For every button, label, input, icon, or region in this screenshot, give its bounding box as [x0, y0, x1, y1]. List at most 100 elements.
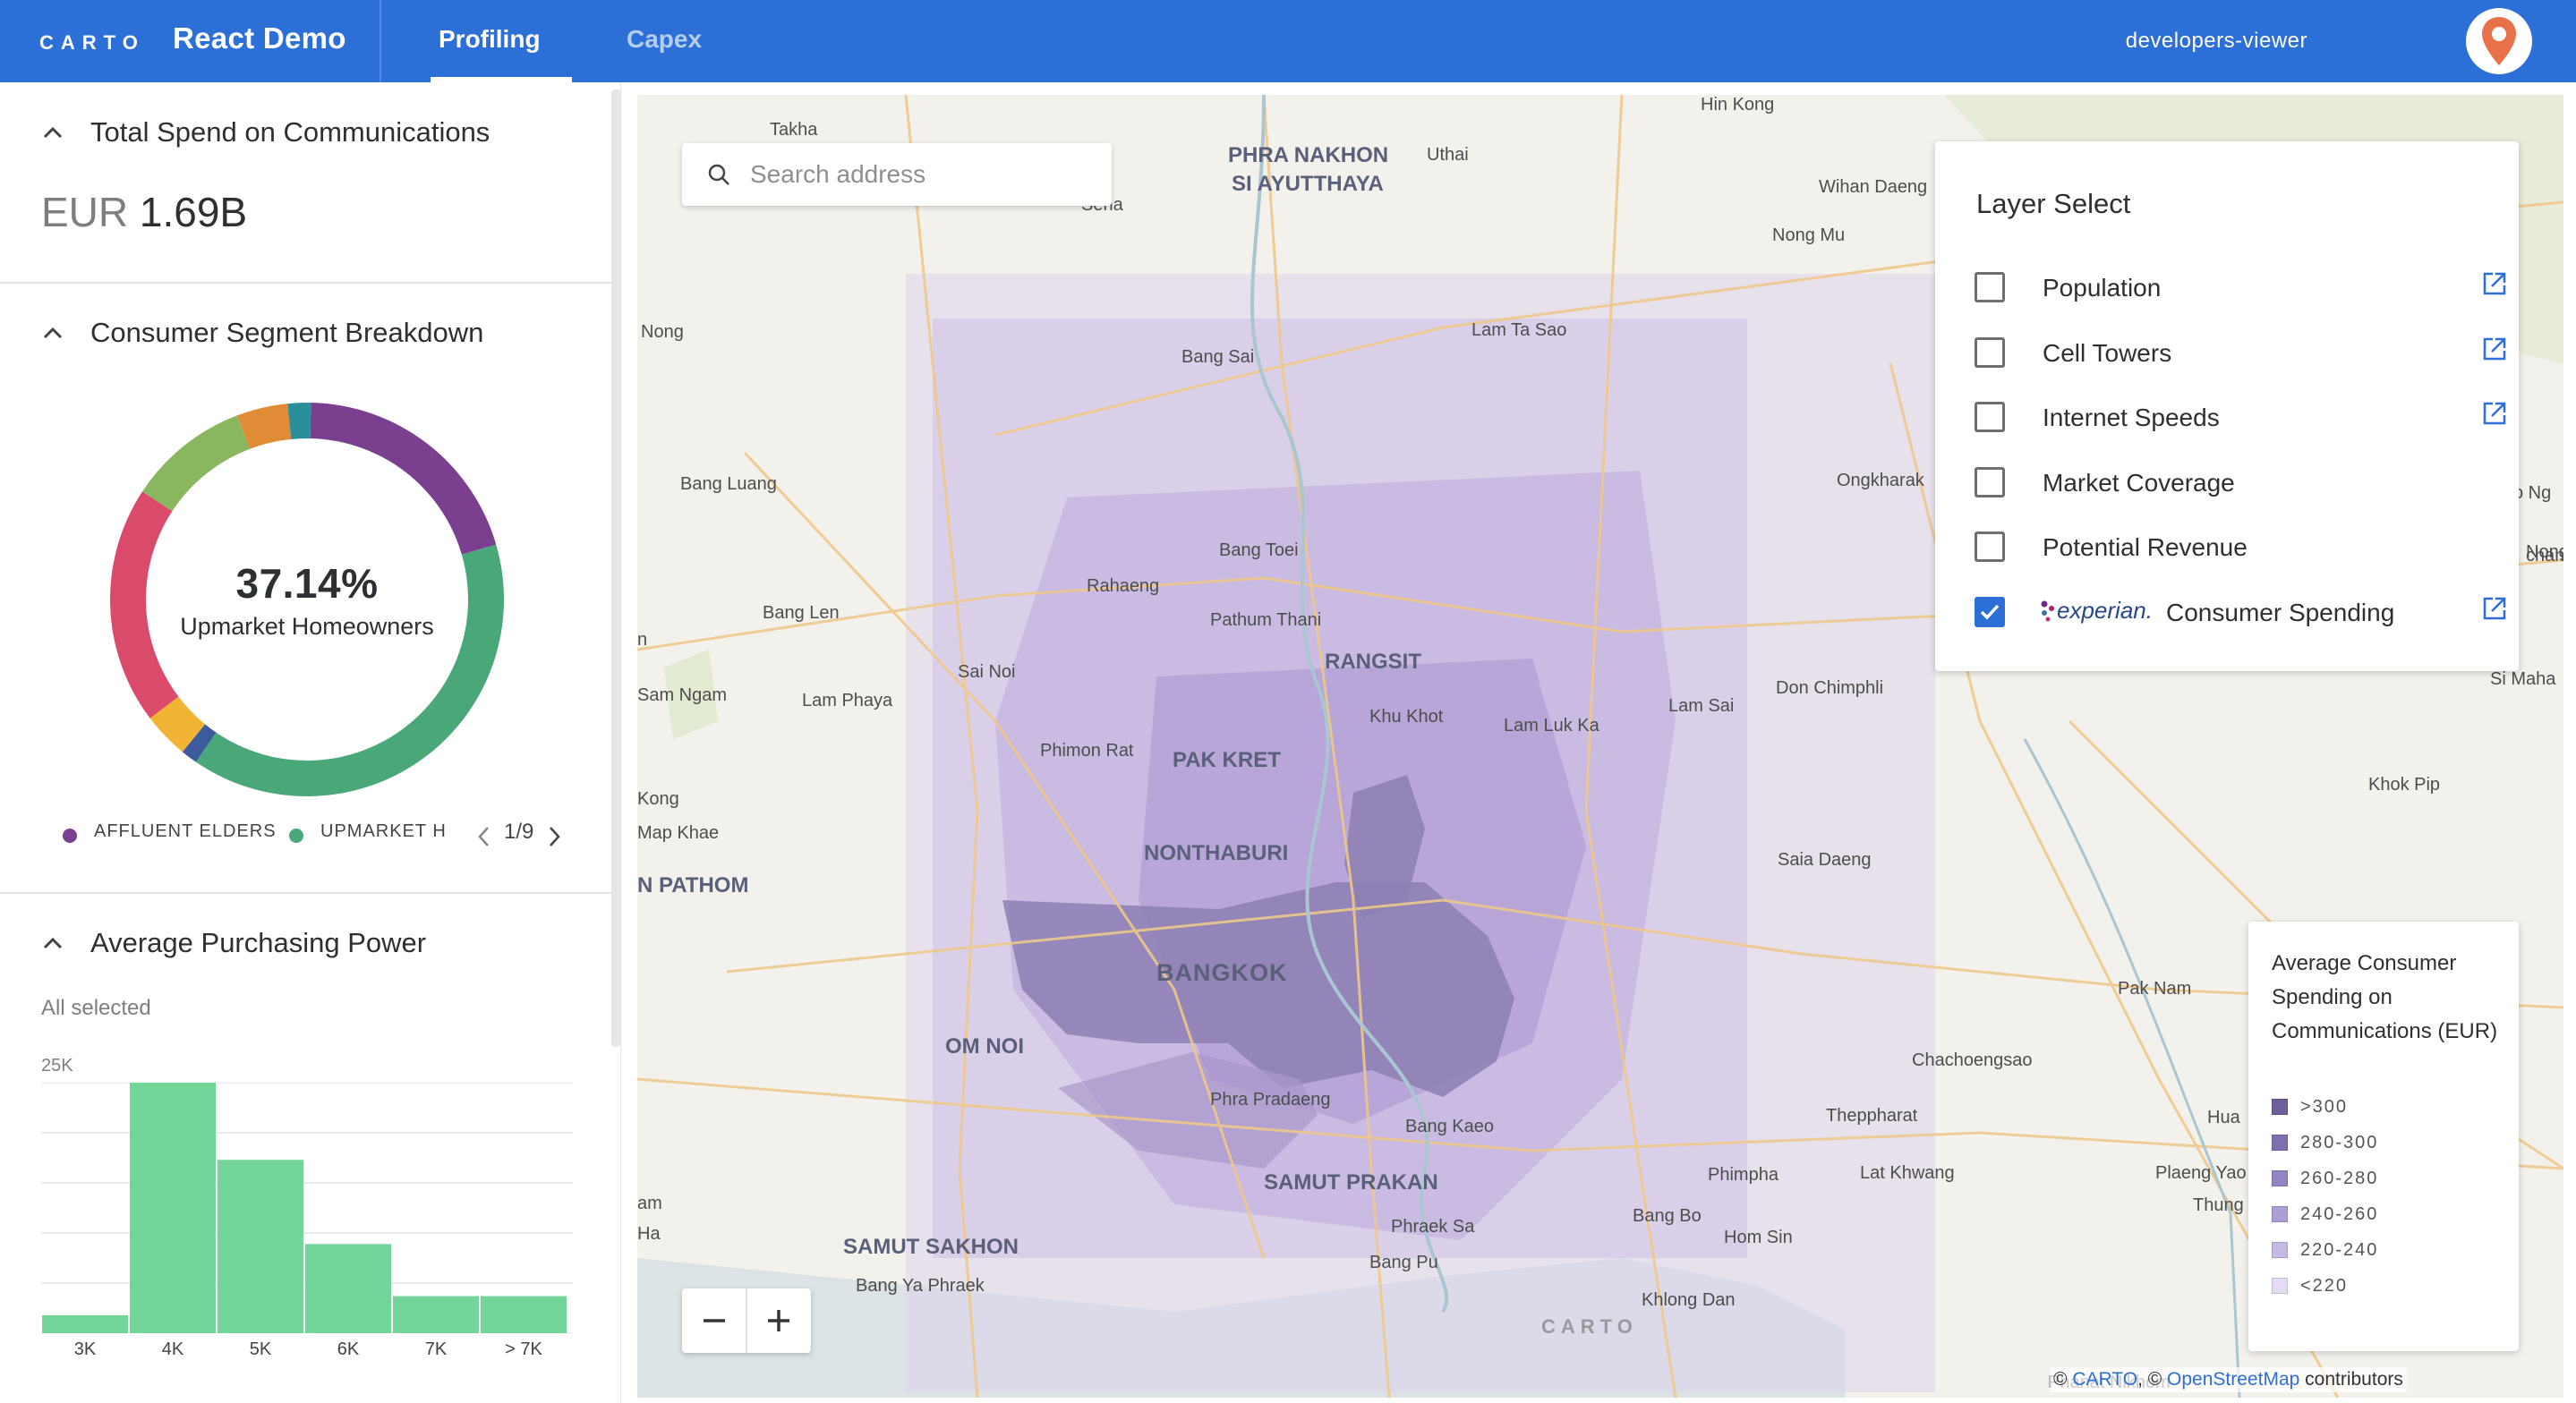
layer-checkbox[interactable] [1975, 402, 2005, 432]
map-legend: Average Consumer Spending on Communicati… [2248, 922, 2519, 1351]
legend-upmarket: UPMARKET H [320, 821, 447, 841]
osm-link[interactable]: OpenStreetMap [2167, 1369, 2299, 1390]
x-tick-label: 4K [161, 1339, 184, 1359]
histogram-bar-2[interactable] [218, 1160, 303, 1333]
total-spend-value: EUR 1.69B [41, 188, 247, 236]
layer-row-consumer-spending[interactable]: experian. Consumer Spending [1975, 593, 2506, 629]
layer-select-panel: Layer Select Population Cell Towers Intern… [1935, 141, 2519, 671]
place-label: Bang Kaeo [1405, 1117, 1494, 1136]
external-link-icon[interactable] [2481, 336, 2508, 362]
place-label: Hom Sin [1724, 1228, 1793, 1247]
histogram-bar-1[interactable] [130, 1083, 216, 1333]
layer-checkbox[interactable] [1975, 466, 2005, 497]
layer-checkbox[interactable] [1975, 596, 2005, 627]
sidebar-scrollbar[interactable] [611, 89, 620, 1047]
place-label: Bang Pu [1369, 1253, 1438, 1272]
layer-label: Internet Speeds [2043, 404, 2220, 431]
layer-label: Cell Towers [2043, 338, 2172, 367]
place-label: Phraek Sa [1391, 1217, 1475, 1237]
experian-dots-icon [2041, 600, 2054, 621]
search-box[interactable] [682, 143, 1112, 206]
layer-checkbox[interactable] [1975, 531, 2005, 562]
place-label: Theppharat [1826, 1106, 1918, 1126]
place-label: SAMUT PRAKAN [1264, 1170, 1438, 1195]
map-attribution: © CARTO, © OpenStreetMap contributors [2050, 1367, 2407, 1392]
histogram-bar-3[interactable] [305, 1244, 391, 1333]
place-label: Ha [637, 1224, 661, 1244]
carto-logo[interactable]: CARTO [39, 25, 145, 61]
search-icon [708, 164, 729, 185]
legend-dot-upmarket [289, 829, 303, 843]
place-label: Hua [2207, 1108, 2240, 1127]
tab-capex[interactable]: Capex [627, 25, 702, 54]
x-tick-label: 3K [73, 1339, 97, 1359]
donut-percentage: 37.14% [235, 559, 379, 607]
place-label: Chachoengsao [1912, 1050, 2033, 1070]
histogram-bar-5[interactable] [481, 1296, 567, 1333]
layer-row-market-coverage[interactable]: Market Coverage [1975, 463, 2494, 499]
chevron-right-icon[interactable] [546, 825, 562, 848]
minus-icon [703, 1319, 725, 1322]
place-label: Phimpha [1708, 1165, 1778, 1185]
histogram-bar-4[interactable] [393, 1296, 479, 1333]
tab-profiling[interactable]: Profiling [439, 25, 541, 54]
external-link-icon[interactable] [2481, 270, 2508, 297]
place-label: Map Khae [637, 823, 720, 843]
experian-logo: experian. [2039, 593, 2153, 629]
search-input[interactable] [750, 160, 1090, 189]
legend-label: 220-240 [2300, 1240, 2379, 1260]
legend-title: Average Consumer Spending on Communicati… [2272, 951, 2498, 1043]
layer-label: Market Coverage [2043, 468, 2235, 497]
place-label: Khok Pip [2368, 775, 2441, 795]
x-tick-label: 6K [337, 1339, 360, 1359]
place-label: PAK KRET [1173, 748, 1281, 772]
chevron-up-icon[interactable] [41, 122, 64, 145]
layer-select-title: Layer Select [1976, 188, 2131, 219]
app-title: React Demo [173, 21, 346, 55]
chevron-up-icon[interactable] [41, 932, 64, 956]
check-icon [1980, 604, 2000, 620]
place-label: Bang Sai [1181, 347, 1255, 367]
x-tick-label: 5K [249, 1339, 272, 1359]
section-title-purchasing: Average Purchasing Power [90, 927, 427, 958]
avatar[interactable] [2466, 8, 2532, 74]
legend-label: <220 [2300, 1276, 2349, 1296]
place-label: Bang Len [763, 603, 840, 623]
section-divider [0, 892, 612, 894]
zoom-out-button[interactable] [682, 1288, 746, 1353]
place-label: NONTHABURI [1144, 841, 1289, 865]
external-link-icon[interactable] [2481, 595, 2508, 622]
place-label: BANGKOK [1156, 959, 1288, 986]
layer-checkbox[interactable] [1975, 272, 2005, 302]
attribution-suffix: contributors [2299, 1369, 2403, 1390]
legend-swatch [2272, 1099, 2288, 1115]
layer-label: Consumer Spending [2166, 598, 2395, 626]
section-title-segments: Consumer Segment Breakdown [90, 317, 484, 348]
plus-icon [768, 1310, 790, 1331]
place-label: Phra Pradaeng [1210, 1090, 1331, 1110]
legend-pager: 1/9 [504, 820, 534, 844]
layer-row-internet-speeds[interactable]: Internet Speeds [1975, 398, 2506, 434]
place-label: Bang Bo [1633, 1206, 1702, 1226]
chevron-up-icon[interactable] [41, 322, 64, 345]
external-link-icon[interactable] [2481, 400, 2508, 427]
place-label: am [637, 1194, 662, 1213]
place-label: Kong [637, 789, 679, 809]
zoom-in-button[interactable] [747, 1288, 811, 1353]
layer-row-cell-towers[interactable]: Cell Towers [1975, 334, 2506, 370]
app-header: CARTO React Demo Profiling Capex develop… [0, 0, 2576, 82]
place-label: Bang Ya Phraek [856, 1276, 985, 1296]
legend-swatch [2272, 1242, 2288, 1258]
layer-row-potential-revenue[interactable]: Potential Revenue [1975, 528, 2494, 564]
chevron-left-icon[interactable] [476, 825, 492, 848]
place-label: Ongkharak [1837, 471, 1924, 490]
layer-row-population[interactable]: Population [1975, 268, 2506, 304]
currency-label: EUR [41, 189, 129, 235]
histogram-bar-0[interactable] [42, 1314, 128, 1333]
layer-checkbox[interactable] [1975, 336, 2005, 368]
carto-link[interactable]: CARTO [2072, 1369, 2137, 1390]
legend-label: 280-300 [2300, 1133, 2379, 1152]
place-label: Don Chimphli [1776, 678, 1884, 698]
place-label: RANGSIT [1325, 650, 1421, 674]
user-name[interactable]: developers-viewer [2126, 29, 2307, 54]
